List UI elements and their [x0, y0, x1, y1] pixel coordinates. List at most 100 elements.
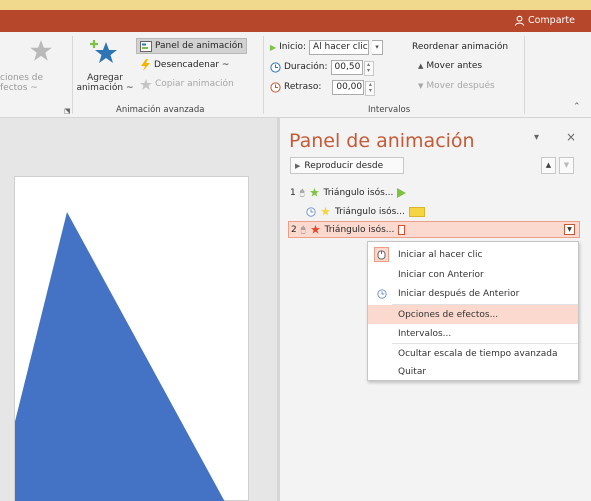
mouse-click-icon: 🖱 [299, 187, 305, 197]
triangle-shape[interactable] [15, 177, 250, 501]
menu-item-quitar[interactable]: Quitar [368, 362, 578, 381]
duracion-field[interactable]: 00,50 ▴ ▾ [330, 59, 374, 76]
delay-clock-icon [270, 81, 281, 93]
opciones-efectos-button[interactable]: ciones de fectos ~ [0, 38, 60, 93]
desencadenar-button[interactable]: Desencadenar ~ [140, 57, 229, 73]
emphasis-timebar [408, 206, 425, 217]
menu-item-iniciar-despues[interactable]: Iniciar después de Anterior [368, 284, 578, 303]
inicio-select[interactable]: Al hacer clic [309, 39, 370, 55]
menu-item-intervalos[interactable]: Intervalos... [368, 324, 578, 343]
menu-item-label: Iniciar con Anterior [398, 269, 484, 280]
menu-item-iniciar-clic[interactable]: Iniciar al hacer clic [368, 245, 578, 264]
dialog-launcher-icon[interactable]: ⬔ [64, 107, 71, 115]
item-label: Triángulo isós... [324, 224, 395, 235]
share-button[interactable]: Comparte [514, 15, 575, 26]
inicio-dropdown-arrow[interactable]: ▾ [372, 39, 384, 55]
group-label-animacion-avanzada: Animación avanzada [116, 105, 205, 115]
list-item[interactable]: Triángulo isós... [302, 203, 425, 220]
retraso-row: Retraso: 00,00 ▴ ▾ [270, 79, 376, 96]
play-icon: ▶ [270, 42, 277, 52]
add-star-icon [90, 40, 117, 63]
group-label-intervalos: Intervalos [368, 105, 411, 115]
close-icon[interactable]: × [566, 130, 576, 144]
item-label: Triángulo isós... [323, 187, 394, 198]
mover-antes-button[interactable]: ▲ Mover antes [418, 58, 482, 74]
lightning-icon [141, 59, 150, 71]
collapse-ribbon-icon[interactable]: ⌃ [573, 102, 581, 112]
panel-animacion-label: Panel de animación [155, 41, 243, 51]
retraso-field[interactable]: 00,00 ▴ ▾ [332, 79, 376, 96]
entrance-timebar [397, 187, 407, 198]
copiar-animacion-button[interactable]: Copiar animación [140, 76, 234, 92]
opciones-efectos-label: ciones de fectos ~ [0, 73, 60, 93]
reordenar-label: Reordenar animación [412, 42, 509, 52]
retraso-value: 00,00 [336, 81, 363, 92]
clock-icon [270, 61, 281, 73]
pane-options-icon[interactable]: ▾ [534, 132, 539, 143]
group-separator [263, 36, 264, 114]
retraso-label: Retraso: [284, 82, 322, 92]
agregar-line2: animación ~ [76, 83, 134, 93]
triangle-down-icon: ▼ [418, 82, 424, 90]
opciones-efectos-line1: ciones de [0, 73, 43, 83]
star-icon [30, 40, 52, 61]
red-star-icon [310, 224, 320, 234]
agregar-line1: Agregar [87, 73, 123, 83]
person-icon [514, 15, 525, 26]
ribbon: ciones de fectos ~ ⬔ Agregar animación ~… [0, 32, 591, 118]
menu-item-iniciar-con-anterior[interactable]: Iniciar con Anterior [368, 265, 578, 284]
mover-antes-label: Mover antes [426, 61, 483, 71]
opciones-efectos-line2: fectos ~ [0, 83, 38, 93]
top-strip [0, 0, 591, 10]
reproducir-desde-label: Reproducir desde [304, 160, 384, 171]
share-label: Comparte [527, 15, 575, 26]
duracion-value: 00,50 [334, 61, 361, 72]
inicio-row: ▶ Inicio: Al hacer clic ▾ [270, 39, 384, 55]
list-item[interactable]: 1 🖱 Triángulo isós... [290, 184, 407, 201]
play-icon: ▶ [295, 161, 301, 170]
yellow-star-icon [320, 206, 331, 216]
menu-item-label: Intervalos... [398, 328, 452, 339]
item-dropdown-button[interactable]: ▼ [564, 224, 575, 235]
clock-icon [306, 206, 316, 217]
panel-animacion-button[interactable]: Panel de animación [136, 38, 247, 54]
mouse-click-icon: 🖱 [300, 224, 306, 234]
agregar-animacion-button[interactable]: Agregar animación ~ [76, 36, 134, 93]
reproducir-desde-button[interactable]: ▶ Reproducir desde [290, 157, 404, 174]
copiar-animacion-label: Copiar animación [155, 79, 234, 89]
menu-item-label: Opciones de efectos... [398, 309, 499, 320]
duracion-label: Duración: [284, 62, 328, 72]
copy-animation-icon [140, 78, 152, 90]
clock-icon [374, 286, 389, 301]
item-number: 2 [291, 224, 297, 235]
menu-item-label: Iniciar después de Anterior [398, 288, 520, 299]
triangle-up-icon: ▲ [418, 62, 424, 70]
menu-item-label: Ocultar escala de tiempo avanzada [398, 348, 558, 359]
slide-canvas[interactable] [14, 176, 249, 501]
animation-pane-icon [140, 40, 152, 52]
menu-item-label: Iniciar al hacer clic [398, 249, 483, 260]
triangle-up-icon: ▲ [545, 161, 552, 169]
menu-item-label: Quitar [398, 366, 427, 377]
item-label: Triángulo isós... [335, 206, 405, 217]
move-down-button[interactable]: ▼ [559, 157, 574, 174]
mover-despues-label: Mover después [426, 81, 495, 91]
context-menu: Iniciar al hacer clic Iniciar con Anteri… [367, 241, 579, 381]
triangle-down-icon: ▼ [563, 161, 570, 169]
group-separator [72, 36, 73, 114]
list-item-selected[interactable]: 2 🖱 Triángulo isós... ▼ [288, 221, 580, 238]
menu-item-ocultar-escala[interactable]: Ocultar escala de tiempo avanzada [368, 344, 578, 363]
menu-item-opciones-efectos[interactable]: Opciones de efectos... [368, 305, 578, 324]
title-bar [0, 10, 591, 32]
exit-timebar [398, 224, 406, 235]
duracion-spinner[interactable]: ▴ ▾ [363, 60, 374, 76]
green-star-icon [309, 187, 319, 197]
move-up-button[interactable]: ▲ [541, 157, 556, 174]
mouse-click-icon [374, 247, 389, 262]
duracion-row: Duración: 00,50 ▴ ▾ [270, 59, 374, 76]
pane-title: Panel de animación [289, 130, 475, 152]
mover-despues-button[interactable]: ▼ Mover después [418, 78, 495, 94]
group-separator [524, 36, 525, 114]
desencadenar-label: Desencadenar ~ [154, 60, 230, 70]
retraso-spinner[interactable]: ▴ ▾ [365, 80, 376, 96]
